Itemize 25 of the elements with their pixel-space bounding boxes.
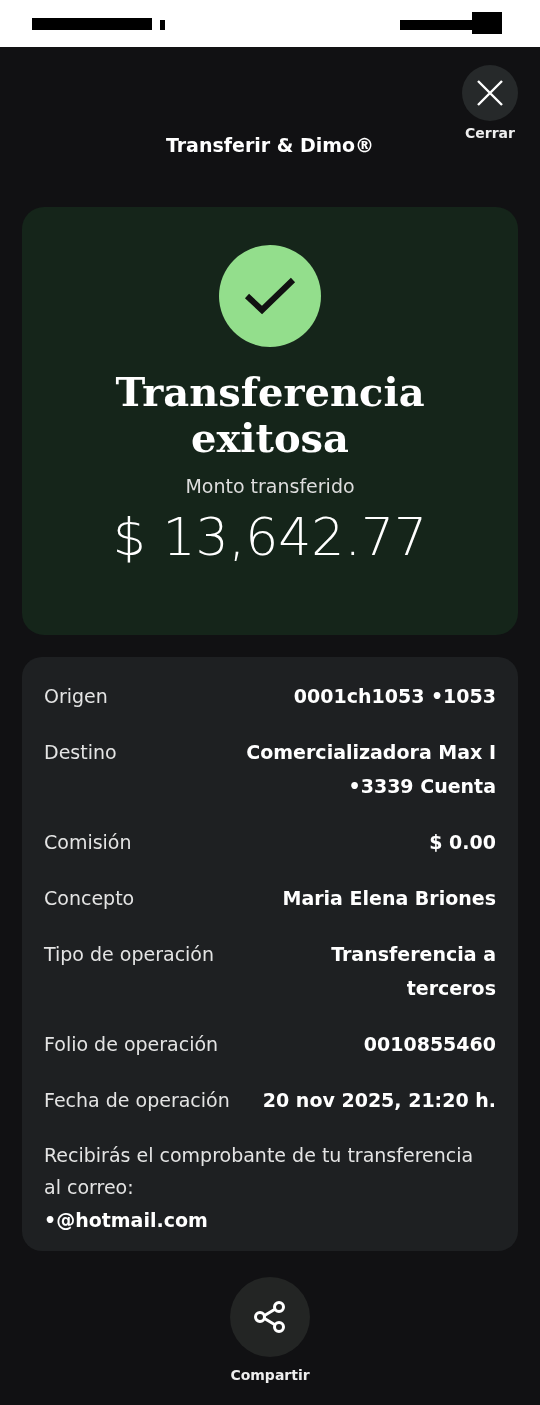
email-text: •@hotmail.com <box>44 1209 209 1231</box>
close-label: Cerrar <box>465 125 515 141</box>
close-icon <box>476 79 504 107</box>
detail-value: Comercializadora Max I •3339 Cuenta <box>246 740 496 799</box>
detail-value: Maria Elena Briones <box>282 886 496 911</box>
success-title: Transferencia exitosa <box>114 369 426 461</box>
amount-value: $ 13,642.77 <box>112 507 428 567</box>
detail-label: Destino <box>44 740 117 765</box>
share-label: Compartir <box>230 1367 310 1383</box>
amount-label: Monto transferido <box>185 475 355 497</box>
detail-value: 20 nov 2025, 21:20 h. <box>262 1088 496 1113</box>
screen-title: Transferir & Dimo® <box>165 133 375 157</box>
detail-label: Fecha de operación <box>44 1088 230 1113</box>
notice-text: Recibirás el comprobante de tu transferencia al correo: <box>44 1143 475 1200</box>
detail-label: Folio de operación <box>44 1032 219 1057</box>
detail-label: Comisión <box>44 830 132 855</box>
detail-value: $ 0.00 <box>429 830 496 855</box>
share-icon <box>252 1299 288 1335</box>
detail-value: 0001ch1053 •1053 <box>293 684 496 709</box>
detail-label: Concepto <box>44 886 135 911</box>
detail-value: 0010855460 <box>363 1032 496 1057</box>
detail-label: Tipo de operación <box>44 942 215 967</box>
detail-label: Origen <box>44 684 108 709</box>
detail-value: Transferencia a terceros <box>330 942 496 1001</box>
close-button[interactable] <box>462 65 518 121</box>
